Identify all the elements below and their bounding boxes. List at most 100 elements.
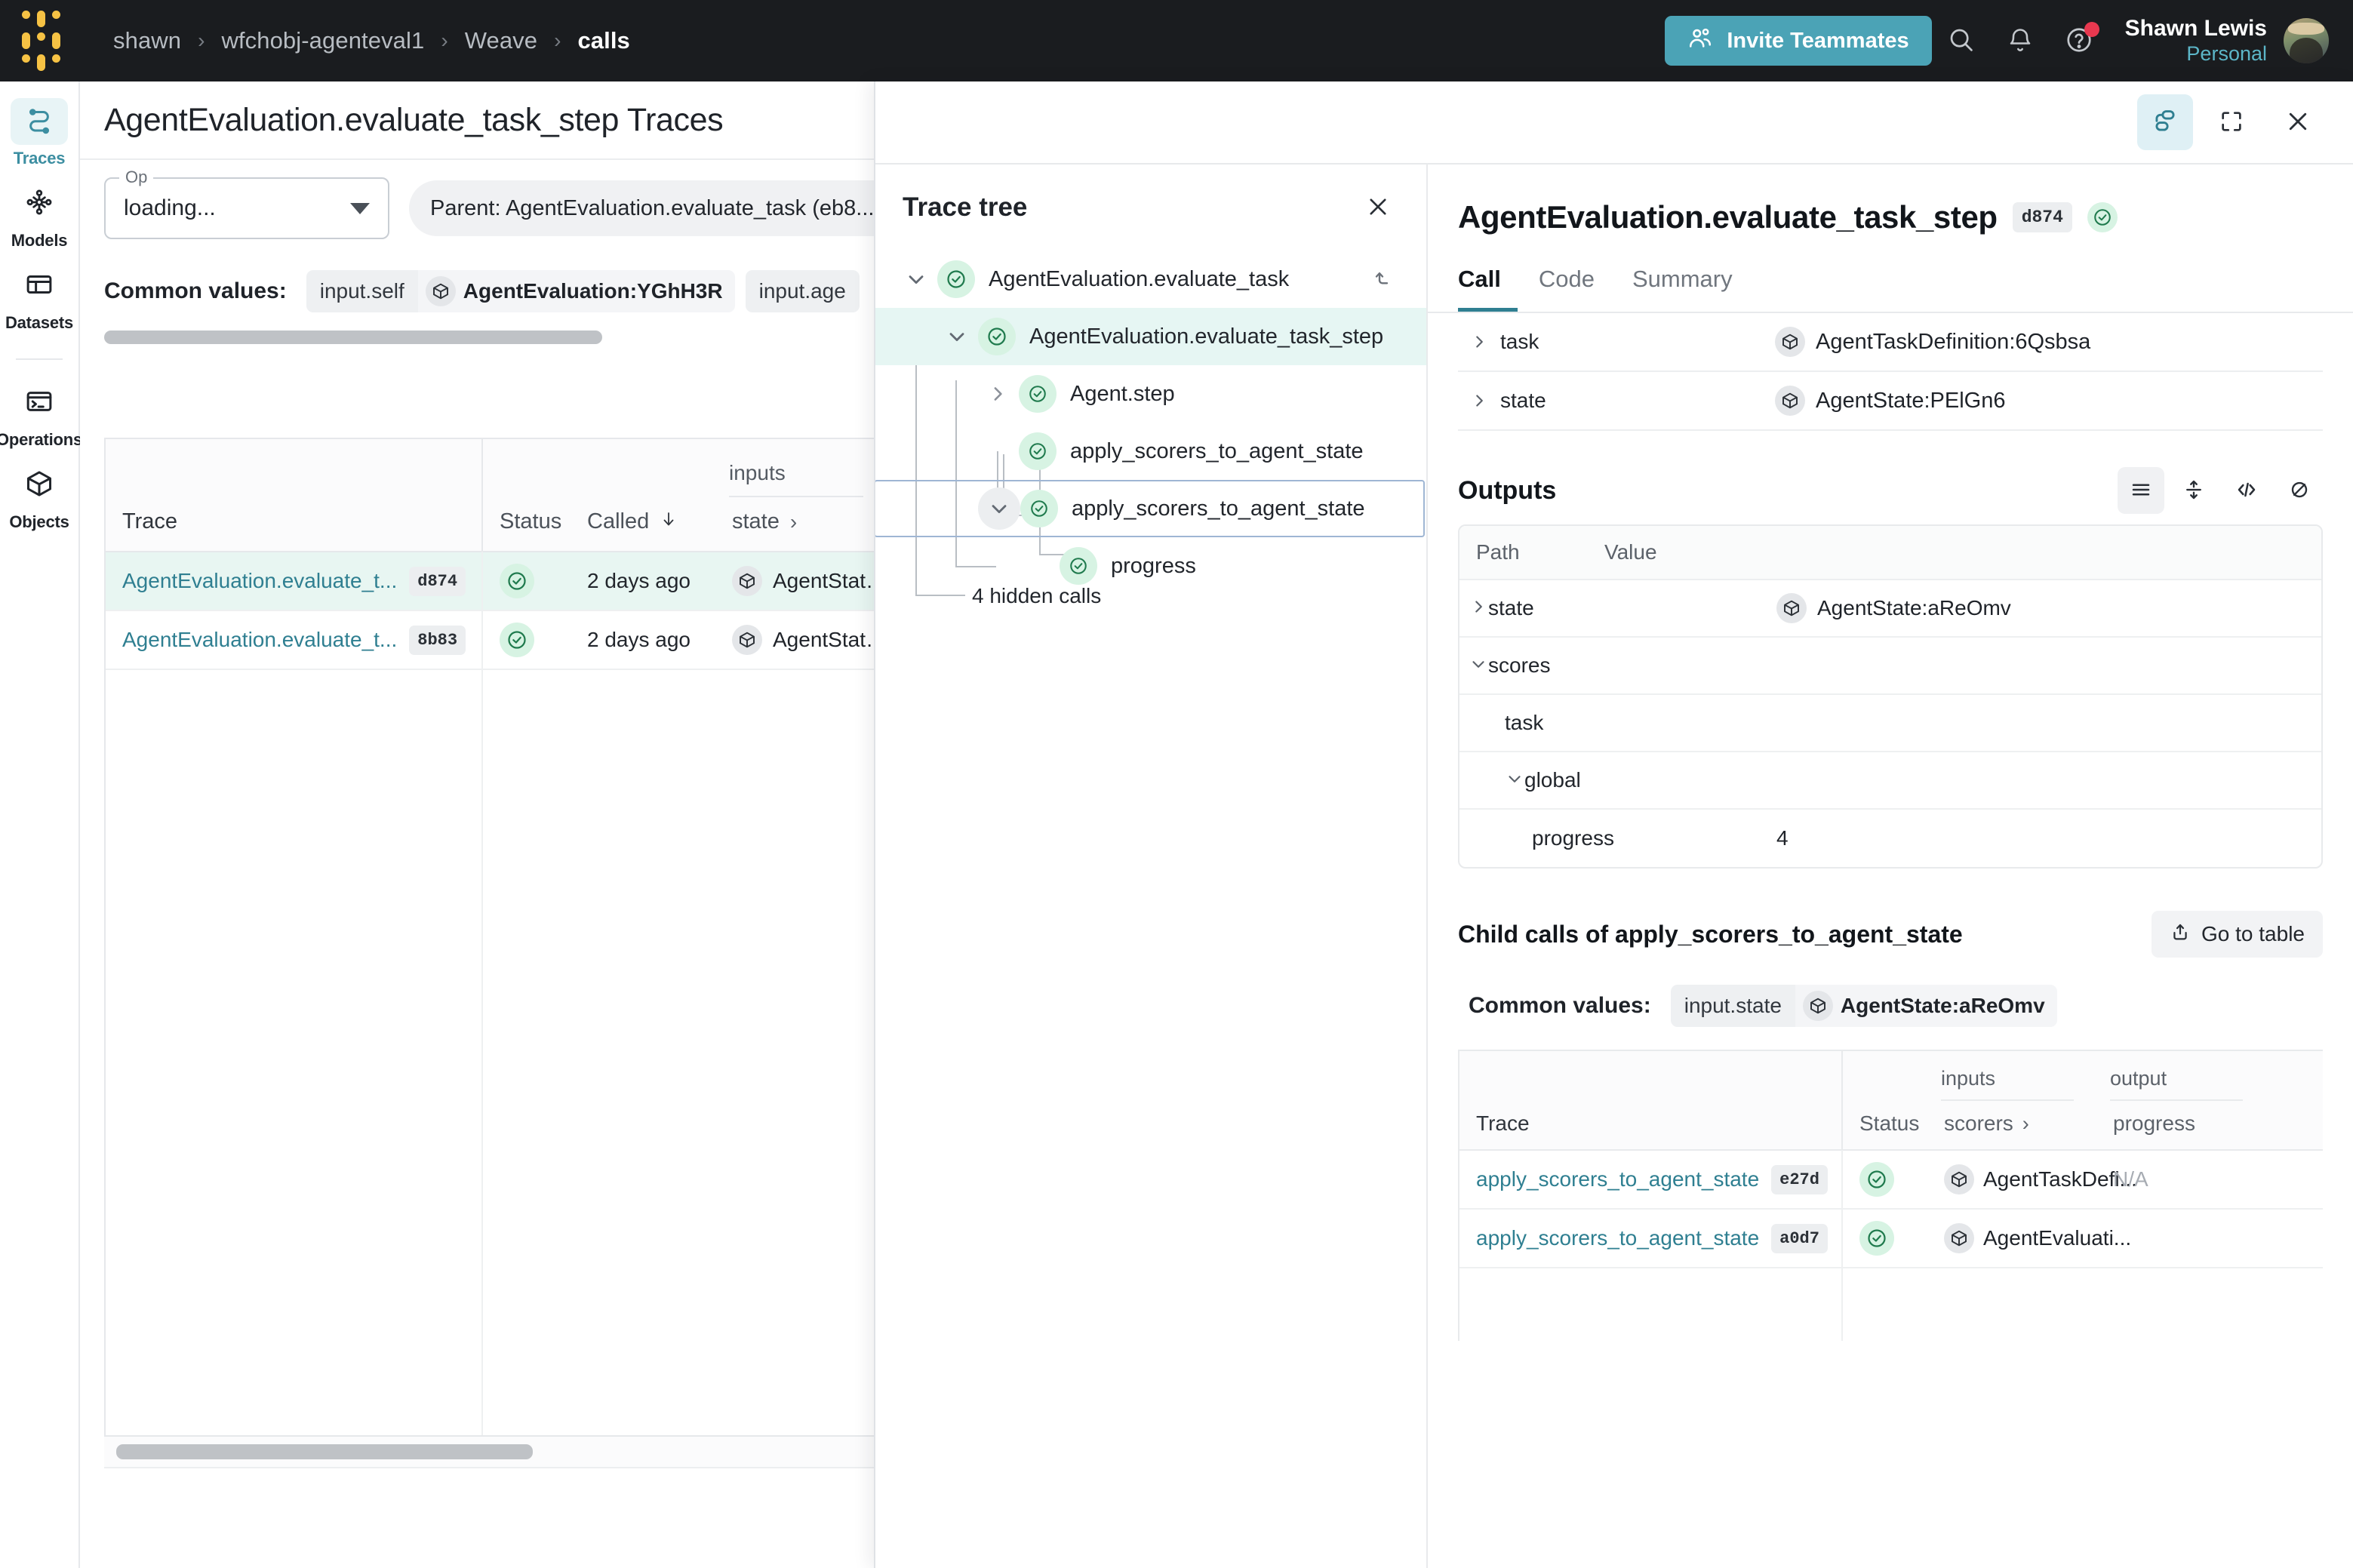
column-header-trace[interactable]: Trace (106, 439, 483, 551)
common-value-chip[interactable]: input.age (745, 270, 860, 312)
input-path: state (1458, 389, 1775, 413)
invite-teammates-button[interactable]: Invite Teammates (1665, 16, 1932, 66)
column-header-status[interactable]: Status (1843, 1051, 1927, 1149)
tree-node-label[interactable]: Agent.step (1070, 382, 1175, 407)
breadcrumb: shawn › wfchobj-agenteval1 › Weave › cal… (113, 27, 630, 54)
tab-summary[interactable]: Summary (1632, 266, 1749, 312)
breadcrumb-item-project[interactable]: wfchobj-agenteval1 (221, 27, 424, 54)
call-id-badge: d874 (409, 566, 466, 596)
input-row[interactable]: task AgentTaskDefinition:6Qsbsa (1458, 313, 2323, 372)
wandb-logo[interactable] (0, 0, 82, 81)
search-button[interactable] (1932, 11, 1991, 70)
chevron-right-icon[interactable] (1458, 332, 1500, 352)
common-value-chip[interactable]: input.state AgentState:aReOmv (1670, 985, 2057, 1027)
notifications-button[interactable] (1991, 11, 2050, 70)
object-cube-icon (1944, 1223, 1974, 1253)
tree-node-toggle[interactable] (977, 373, 1019, 415)
common-value-chip[interactable]: input.self AgentEvaluation:YGhH3R (306, 270, 735, 312)
trace-tree-toggle-button[interactable] (2137, 94, 2193, 150)
tree-node[interactable]: AgentEvaluation.evaluate_task_step (875, 308, 1426, 365)
close-trace-tree-button[interactable] (1357, 186, 1399, 229)
breadcrumb-item-entity[interactable]: shawn (113, 27, 181, 54)
output-row[interactable]: progress 4 (1459, 810, 2321, 867)
code-view-button[interactable] (2223, 467, 2270, 514)
chevron-right-icon[interactable]: › (790, 510, 797, 534)
column-header-progress[interactable]: progress (2113, 1111, 2323, 1136)
call-id-badge: 8b83 (409, 625, 466, 655)
tree-node-toggle[interactable] (978, 487, 1020, 530)
output-path-label: task (1505, 711, 1544, 734)
tree-node[interactable]: Agent.step (875, 365, 1426, 423)
input-row[interactable]: state AgentState:PElGn6 (1458, 372, 2323, 431)
op-select[interactable]: Op loading... (104, 168, 389, 239)
chevron-down-icon[interactable] (1505, 769, 1524, 792)
sidebar-item-operations[interactable]: Operations (0, 380, 82, 450)
call-detail-tabs: Call Code Summary (1428, 266, 2353, 313)
fullscreen-button[interactable] (2204, 94, 2259, 150)
chevron-down-icon[interactable] (1469, 654, 1488, 678)
chevron-right-icon[interactable] (1469, 597, 1488, 620)
column-header-trace[interactable]: Trace (1459, 1051, 1843, 1149)
trace-tree-title: Trace tree (903, 192, 1028, 222)
tree-node[interactable]: apply_scorers_to_agent_state (875, 480, 1425, 537)
go-to-table-button[interactable]: Go to table (2152, 911, 2323, 958)
list-view-button[interactable] (2118, 467, 2164, 514)
trace-link[interactable]: apply_scorers_to_agent_state (1476, 1226, 1759, 1250)
go-to-parent-button[interactable] (1364, 260, 1402, 298)
tree-node-label[interactable]: apply_scorers_to_agent_state (1072, 497, 1365, 521)
tree-node-toggle[interactable] (936, 315, 978, 358)
scrollbar-thumb[interactable] (116, 1444, 533, 1459)
cell-trace: apply_scorers_to_agent_state a0d7 (1459, 1209, 1843, 1268)
scrollbar-thumb[interactable] (104, 331, 602, 344)
traces-icon (23, 104, 55, 140)
output-row[interactable]: task (1459, 695, 2321, 752)
hide-empty-icon (2288, 478, 2311, 503)
common-value-key: input.state (1670, 985, 1795, 1027)
user-menu[interactable]: Shawn Lewis Personal (2125, 16, 2267, 66)
top-bar: shawn › wfchobj-agenteval1 › Weave › cal… (0, 0, 2353, 81)
breadcrumb-item-weave[interactable]: Weave (465, 27, 537, 54)
column-header-scorers[interactable]: scorers › (1944, 1111, 2096, 1136)
tree-node-label[interactable]: AgentEvaluation.evaluate_task (989, 267, 1289, 292)
common-values-label: Common values: (104, 278, 287, 303)
output-value-text: AgentState:aReOmv (1817, 596, 2011, 620)
trace-link[interactable]: AgentEvaluation.evaluate_t... (122, 628, 397, 652)
hide-empty-button[interactable] (2276, 467, 2323, 514)
tree-node[interactable]: AgentEvaluation.evaluate_task (875, 251, 1426, 308)
input-value-text: AgentState:PElGn6 (1816, 388, 2006, 413)
chevron-right-icon[interactable] (1458, 391, 1500, 410)
tree-node-label[interactable]: apply_scorers_to_agent_state (1070, 439, 1364, 464)
output-row[interactable]: scores (1459, 638, 2321, 695)
column-header-status[interactable]: Status (483, 439, 571, 551)
expand-rows-icon (2182, 478, 2205, 503)
tab-call[interactable]: Call (1458, 266, 1518, 312)
chevron-down-icon (350, 202, 370, 214)
close-drawer-button[interactable] (2270, 94, 2326, 150)
tab-code[interactable]: Code (1539, 266, 1611, 312)
outputs-title: Outputs (1458, 475, 1557, 505)
output-row[interactable]: global (1459, 752, 2321, 810)
sidebar-item-objects[interactable]: Objects (5, 462, 74, 532)
tree-node-label[interactable]: AgentEvaluation.evaluate_task_step (1029, 324, 1383, 349)
tree-node[interactable]: apply_scorers_to_agent_state (875, 423, 1426, 480)
sidebar-item-datasets[interactable]: Datasets (5, 263, 74, 333)
breadcrumb-item-calls[interactable]: calls (577, 27, 629, 54)
avatar[interactable] (2284, 18, 2329, 63)
output-row[interactable]: state AgentState:aReOmv (1459, 580, 2321, 638)
sidebar-item-traces[interactable]: Traces (5, 98, 74, 168)
parent-filter-chip[interactable]: Parent: AgentEvaluation.evaluate_task (e… (409, 180, 932, 236)
column-header-called[interactable]: Called (571, 439, 715, 551)
trace-link[interactable]: AgentEvaluation.evaluate_t... (122, 569, 397, 593)
tree-hidden-calls[interactable]: 4 hidden calls (875, 567, 1426, 625)
table-row[interactable]: apply_scorers_to_agent_state e27d AgentT… (1459, 1150, 2323, 1210)
trace-link[interactable]: apply_scorers_to_agent_state (1476, 1167, 1759, 1191)
call-id-badge: e27d (1771, 1164, 1828, 1194)
tree-node-toggle[interactable] (895, 258, 937, 300)
expand-rows-button[interactable] (2170, 467, 2217, 514)
sidebar-item-models[interactable]: Models (5, 180, 74, 251)
help-button[interactable] (2050, 11, 2108, 70)
input-path-label: task (1500, 330, 1539, 353)
chevron-right-icon[interactable]: › (2022, 1112, 2029, 1136)
table-row[interactable]: apply_scorers_to_agent_state a0d7 AgentE… (1459, 1209, 2323, 1268)
trace-tree-body: AgentEvaluation.evaluate_task AgentEvalu… (875, 251, 1426, 1568)
